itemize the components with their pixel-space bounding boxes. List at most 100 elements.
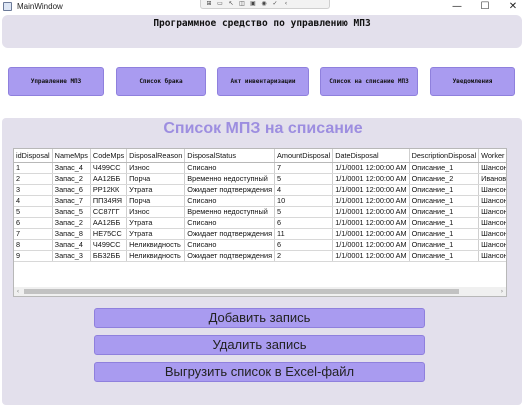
table-cell[interactable]: Описание_1 — [409, 250, 480, 262]
scroll-left-icon[interactable]: ‹ — [14, 287, 22, 296]
table-cell[interactable]: Иванов Ив — [478, 173, 506, 185]
table-cell[interactable]: 1/1/0001 12:00:00 AM — [332, 184, 410, 196]
table-cell[interactable]: 1/1/0001 12:00:00 AM — [332, 195, 410, 207]
table-cell[interactable]: 11 — [274, 228, 334, 240]
table-cell[interactable]: Порча — [126, 195, 186, 207]
nav-notifications-button[interactable]: Уведомления — [430, 67, 515, 96]
table-cell[interactable]: 6 — [274, 239, 334, 251]
table-cell[interactable]: Описание_1 — [409, 195, 480, 207]
table-cell[interactable]: 4 — [14, 195, 53, 207]
minimize-button[interactable]: — — [444, 0, 470, 14]
table-cell[interactable]: Запас_2 — [52, 217, 91, 229]
table-cell[interactable]: Описание_2 — [409, 173, 480, 185]
column-header[interactable]: NameMps — [52, 149, 91, 163]
table-cell[interactable]: Порча — [126, 173, 186, 185]
table-cell[interactable]: 1/1/0001 12:00:00 AM — [332, 250, 410, 262]
table-cell[interactable]: 5 — [274, 173, 334, 185]
table-cell[interactable]: 1/1/0001 12:00:00 AM — [332, 228, 410, 240]
table-row[interactable]: 6 Запас_2 АА12ББ Утрата Списано 6 1/1/0001 12:… — [14, 217, 506, 229]
table-cell[interactable]: 4 — [274, 184, 334, 196]
table-cell[interactable]: Описание_1 — [409, 217, 480, 229]
table-cell[interactable]: 6 — [274, 217, 334, 229]
table-cell[interactable]: Шансон Ма — [478, 206, 506, 218]
table-cell[interactable]: Утрата — [126, 217, 186, 229]
nav-inventory-act-button[interactable]: Акт инвентаризации — [217, 67, 309, 96]
scroll-right-icon[interactable]: › — [498, 287, 506, 296]
table-cell[interactable]: Шансон Ма — [478, 162, 506, 174]
export-excel-button[interactable]: Выгрузить список в Excel-файл — [94, 362, 425, 382]
table-row[interactable]: 8 Запас_4 Ч499СС Неликвидность Списано 6 1/1/0… — [14, 239, 506, 251]
table-cell[interactable]: Ожидает подтверждения — [184, 228, 276, 240]
table-cell[interactable]: ПП34ЯЯ — [90, 195, 128, 207]
disposal-data-grid[interactable]: idDisposal NameMps CodeMps DisposalReaso… — [13, 148, 507, 297]
nav-writeoff-list-button[interactable]: Список на списание МПЗ — [320, 67, 418, 96]
table-cell[interactable]: Запас_4 — [52, 239, 91, 251]
debug-tool-icon[interactable]: ▭ — [216, 1, 224, 7]
table-cell[interactable]: РР12КК — [90, 184, 128, 196]
table-cell[interactable]: ББ32ББ — [90, 250, 128, 262]
debug-tool-icon[interactable]: ◉ — [260, 1, 268, 7]
close-button[interactable]: ✕ — [500, 0, 526, 14]
table-cell[interactable]: 1/1/0001 12:00:00 AM — [332, 217, 410, 229]
table-cell[interactable]: Запас_4 — [52, 162, 91, 174]
column-header[interactable]: DescriptionDisposal — [409, 149, 480, 163]
table-cell[interactable]: 10 — [274, 195, 334, 207]
table-row[interactable]: 9 Запас_3 ББ32ББ Неликвидность Ожидает подтв… — [14, 250, 506, 262]
table-cell[interactable]: Описание_1 — [409, 228, 480, 240]
table-cell[interactable]: Шансон Ма — [478, 239, 506, 251]
debug-tool-icon[interactable]: ▣ — [249, 1, 257, 7]
table-cell[interactable]: 5 — [14, 206, 53, 218]
nav-defect-list-button[interactable]: Список брака — [116, 67, 206, 96]
column-header[interactable]: DisposalReason — [126, 149, 186, 163]
table-cell[interactable]: 1/1/0001 12:00:00 AM — [332, 173, 410, 185]
table-cell[interactable]: СС87ГГ — [90, 206, 128, 218]
table-cell[interactable]: 8 — [14, 239, 53, 251]
table-cell[interactable]: НЕ75СС — [90, 228, 128, 240]
column-header[interactable]: DateDisposal — [332, 149, 410, 163]
table-cell[interactable]: Списано — [184, 195, 276, 207]
table-cell[interactable]: Списано — [184, 217, 276, 229]
table-cell[interactable]: Списано — [184, 162, 276, 174]
table-cell[interactable]: Описание_1 — [409, 206, 480, 218]
delete-record-button[interactable]: Удалить запись — [94, 335, 425, 355]
table-cell[interactable]: Неликвидность — [126, 239, 186, 251]
debug-tool-icon[interactable]: ↖ — [227, 1, 235, 7]
table-cell[interactable]: Временно недоступный — [184, 173, 276, 185]
table-cell[interactable]: Неликвидность — [126, 250, 186, 262]
table-cell[interactable]: 3 — [14, 184, 53, 196]
table-row[interactable]: 3 Запас_6 РР12КК Утрата Ожидает подтверждени… — [14, 184, 506, 196]
column-header[interactable]: DisposalStatus — [184, 149, 276, 163]
table-cell[interactable]: Ожидает подтверждения — [184, 184, 276, 196]
table-cell[interactable]: Ожидает подтверждения — [184, 250, 276, 262]
table-row[interactable]: 7 Запас_8 НЕ75СС Утрата Ожидает подтверждени… — [14, 228, 506, 240]
table-row[interactable]: 1 Запас_4 Ч499СС Износ Списано 7 1/1/0001 12:0… — [14, 162, 506, 174]
table-cell[interactable]: Износ — [126, 162, 186, 174]
table-cell[interactable]: Описание_1 — [409, 239, 480, 251]
table-cell[interactable]: 7 — [274, 162, 334, 174]
table-cell[interactable]: АА12ББ — [90, 217, 128, 229]
table-cell[interactable]: Запас_7 — [52, 195, 91, 207]
debug-tool-icon[interactable]: ✓ — [271, 1, 279, 7]
table-cell[interactable]: Запас_6 — [52, 184, 91, 196]
table-cell[interactable]: АА12ББ — [90, 173, 128, 185]
table-cell[interactable]: Утрата — [126, 228, 186, 240]
table-cell[interactable]: Шансон Ма — [478, 228, 506, 240]
table-cell[interactable]: 2 — [274, 250, 334, 262]
table-cell[interactable]: Шансон Ма — [478, 250, 506, 262]
table-cell[interactable]: Износ — [126, 206, 186, 218]
table-cell[interactable]: Шансон Ма — [478, 217, 506, 229]
table-cell[interactable]: 2 — [14, 173, 53, 185]
debug-tool-icon[interactable]: ◫ — [238, 1, 246, 7]
table-cell[interactable]: Списано — [184, 239, 276, 251]
table-cell[interactable]: Запас_3 — [52, 250, 91, 262]
debug-tool-icon[interactable]: ‹ — [282, 1, 290, 7]
table-cell[interactable]: Запас_2 — [52, 173, 91, 185]
table-cell[interactable]: Описание_1 — [409, 184, 480, 196]
debug-tool-icon[interactable]: ⊞ — [205, 1, 213, 7]
table-cell[interactable]: 1 — [14, 162, 53, 174]
nav-mpz-management-button[interactable]: Управление МПЗ — [8, 67, 104, 96]
column-header[interactable]: Worker — [478, 149, 506, 163]
horizontal-scrollbar[interactable]: ‹ › — [14, 287, 506, 296]
table-cell[interactable]: 5 — [274, 206, 334, 218]
table-cell[interactable]: Запас_5 — [52, 206, 91, 218]
